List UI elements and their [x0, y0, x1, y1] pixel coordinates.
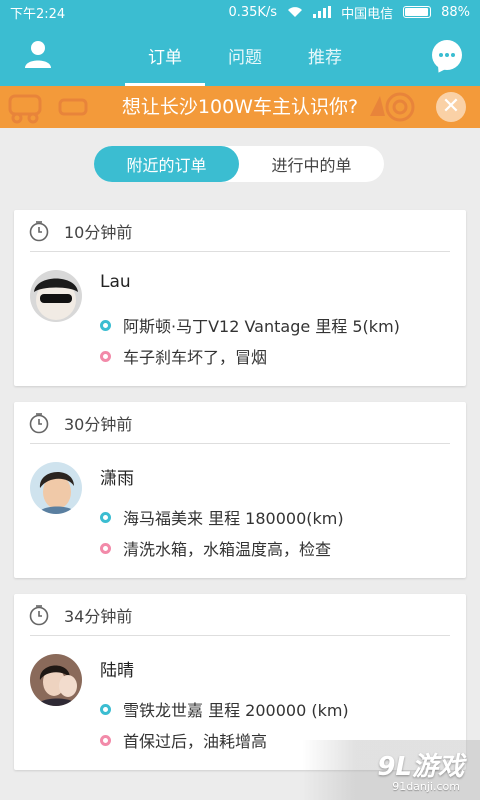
signal-icon: [313, 6, 332, 18]
carrier-name: 中国电信: [341, 6, 394, 22]
issue-text: 首保过后，油耗增高: [123, 732, 268, 751]
car-info: 雪铁龙世嘉 里程 200000 (km): [100, 697, 349, 721]
avatar: [30, 462, 82, 514]
app-header: 订单 问题 推荐: [0, 24, 480, 86]
promo-banner[interactable]: 想让长沙100W车主认识你? ✕: [0, 86, 480, 128]
top-tabs: 订单 问题 推荐: [125, 24, 365, 86]
car-dot-icon: [100, 703, 111, 715]
issue-info: 车子刹车坏了，冒烟: [100, 344, 267, 368]
user-icon: [25, 41, 51, 68]
car-info-text: 阿斯顿·马丁V12 Vantage 里程 5(km): [123, 317, 400, 336]
issue-dot-icon: [100, 734, 111, 746]
battery-level: 88%: [441, 4, 470, 20]
issue-info: 清洗水箱，水箱温度高，检查: [100, 536, 331, 560]
order-time-row: 30分钟前: [29, 402, 450, 444]
order-time: 34分钟前: [64, 606, 133, 626]
status-bar: 下午2:24 0.35K/s 中国电信 88%: [0, 0, 480, 24]
watermark-logo: 9L游戏: [377, 752, 464, 782]
order-time-row: 34分钟前: [29, 594, 450, 636]
chat-dots: [439, 53, 455, 57]
car-info: 海马福美来 里程 180000(km): [100, 505, 344, 529]
timer-icon: [29, 220, 49, 241]
car-info: 阿斯顿·马丁V12 Vantage 里程 5(km): [100, 313, 400, 337]
issue-text: 清洗水箱，水箱温度高，检查: [123, 540, 332, 559]
customer-name: 潇雨: [100, 469, 134, 489]
close-icon[interactable]: ✕: [436, 92, 466, 122]
tab-recommend[interactable]: 推荐: [285, 24, 365, 86]
issue-text: 车子刹车坏了，冒烟: [123, 348, 268, 367]
customer-name: Lau: [100, 272, 131, 292]
car-info-text: 雪铁龙世嘉 里程 200000 (km): [123, 701, 349, 720]
avatar: [30, 654, 82, 706]
issue-info: 首保过后，油耗增高: [100, 728, 267, 752]
order-card[interactable]: 10分钟前 Lau 阿斯顿·马丁V12 Vantage 里程 5(km) 车子刹…: [14, 210, 466, 386]
timer-icon: [29, 604, 49, 625]
order-time: 30分钟前: [64, 414, 133, 434]
order-time: 10分钟前: [64, 222, 133, 242]
car-info-text: 海马福美来 里程 180000(km): [123, 509, 344, 528]
order-filter-segment: 附近的订单 进行中的单: [94, 146, 384, 182]
car-dot-icon: [100, 319, 111, 331]
status-time: 下午2:24: [10, 6, 66, 22]
issue-dot-icon: [100, 350, 111, 362]
car-dot-icon: [100, 511, 111, 523]
banner-text: 想让长沙100W车主认识你?: [121, 96, 359, 118]
timer-icon: [29, 412, 49, 433]
watermark-url: 91danji.com: [392, 780, 460, 793]
battery-icon: [403, 6, 432, 18]
user-profile-button[interactable]: [22, 38, 54, 70]
order-card[interactable]: 30分钟前 潇雨 海马福美来 里程 180000(km) 清洗水箱，水箱温度高，…: [14, 402, 466, 578]
chat-bubble-icon[interactable]: [432, 40, 462, 70]
network-speed: 0.35K/s: [228, 4, 278, 20]
issue-dot-icon: [100, 542, 111, 554]
tab-orders[interactable]: 订单: [125, 24, 205, 86]
wifi-icon: [288, 7, 303, 17]
watermark: 9L游戏 91danji.com: [302, 740, 480, 800]
order-time-row: 10分钟前: [29, 210, 450, 252]
tab-questions[interactable]: 问题: [205, 24, 285, 86]
segment-nearby-orders[interactable]: 附近的订单: [94, 146, 239, 182]
avatar: [30, 270, 82, 322]
status-right: 0.35K/s 中国电信 88%: [228, 3, 470, 22]
customer-name: 陆晴: [100, 661, 134, 681]
segment-in-progress-orders[interactable]: 进行中的单: [239, 146, 384, 182]
